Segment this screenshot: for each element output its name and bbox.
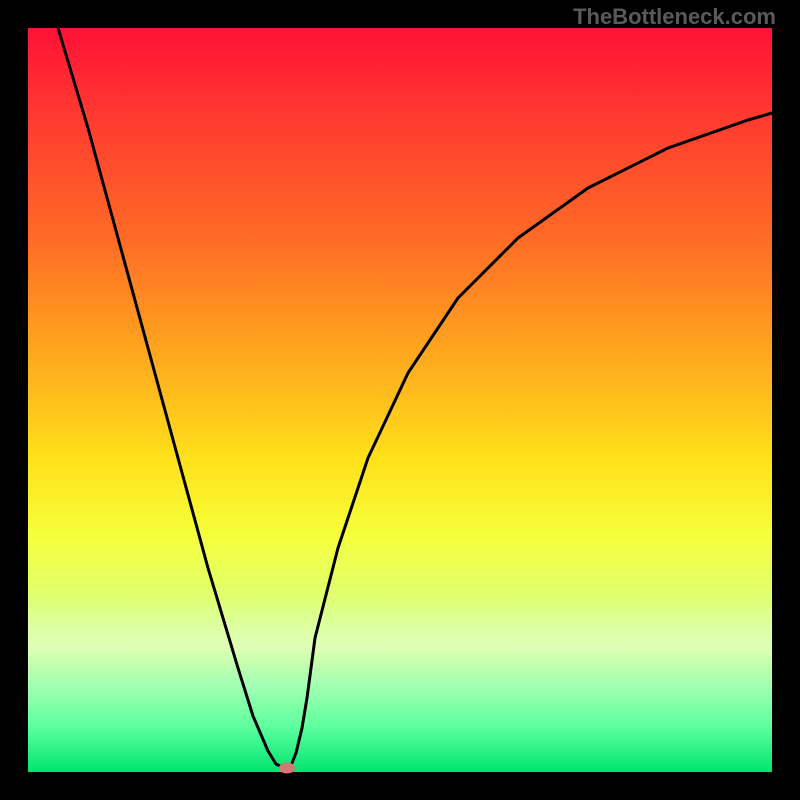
plot-area [28,28,772,772]
chart-frame: TheBottleneck.com [0,0,800,800]
bottleneck-curve [28,28,772,772]
watermark-text: TheBottleneck.com [573,4,776,30]
minimum-marker [279,763,295,774]
